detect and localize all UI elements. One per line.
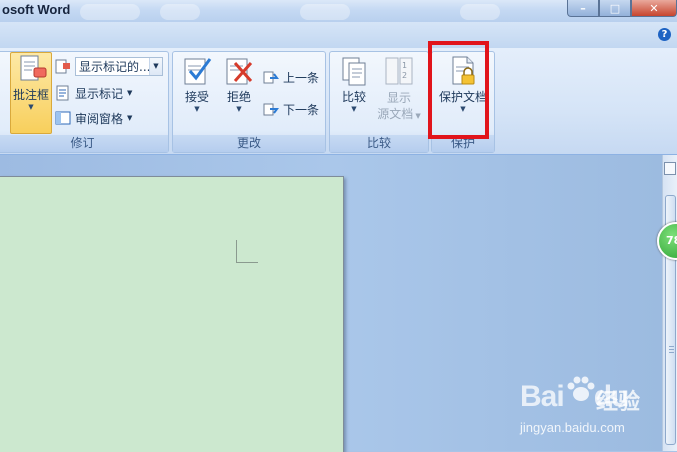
reject-button[interactable]: 拒绝 ▼: [221, 55, 257, 113]
reviewing-pane-icon: [55, 110, 71, 126]
reviewing-pane-button[interactable]: 审阅窗格 ▼: [55, 108, 132, 128]
accept-button[interactable]: 接受 ▼: [179, 55, 215, 113]
chevron-down-icon: ▼: [127, 89, 133, 97]
chevron-down-icon[interactable]: ▼: [149, 58, 162, 75]
ribbon-tab-strip: [0, 22, 677, 48]
changes-group-label: 更改: [173, 135, 325, 152]
minimize-button[interactable]: –: [567, 0, 599, 17]
compare-group-label: 比较: [330, 135, 428, 152]
previous-change-button[interactable]: 上一条: [263, 67, 319, 87]
paw-icon: [567, 376, 595, 401]
reject-label: 拒绝: [226, 90, 251, 104]
compare-label: 比较: [341, 90, 366, 104]
next-change-label: 下一条: [283, 102, 320, 117]
tracking-group-label: 修订: [0, 135, 168, 152]
balloons-label: 批注框: [12, 88, 49, 102]
balloons-button[interactable]: 批注框 ▼: [10, 52, 52, 134]
changes-group: 接受 ▼ 拒绝 ▼ 上一条 下一条 更改: [172, 51, 326, 153]
balloons-icon: [15, 53, 47, 85]
help-icon[interactable]: ?: [658, 28, 671, 41]
show-markup-icon: [55, 85, 71, 101]
ruler-toggle-icon[interactable]: [664, 162, 676, 175]
chevron-down-icon: ▼: [28, 103, 34, 111]
close-button[interactable]: ✕: [631, 0, 677, 17]
markup-icon-button[interactable]: [55, 57, 75, 77]
chevron-down-icon: ▼: [127, 114, 133, 122]
window-title: osoft Word: [2, 2, 71, 17]
title-bar-glow: [80, 4, 140, 20]
compare-icon: [338, 55, 370, 87]
ribbon: 批注框 ▼ 显示标记的... ▼ 显示标记 ▼ 审阅窗格 ▼ 修订 接受 ▼ 拒…: [0, 48, 677, 155]
svg-text:2: 2: [402, 71, 407, 80]
watermark-experience-text: 经验: [596, 390, 641, 415]
margin-corner-mark: [236, 240, 258, 263]
title-bar-glow: [160, 4, 200, 20]
reviewing-pane-label: 审阅窗格: [75, 111, 124, 126]
chevron-down-icon: ▼: [351, 105, 357, 113]
next-arrow-icon: [263, 101, 279, 117]
show-markup-button[interactable]: 显示标记 ▼: [55, 83, 132, 103]
annotation-highlight-box: [428, 41, 489, 139]
chevron-down-icon: ▼: [194, 105, 200, 113]
chevron-down-icon: ▼: [236, 105, 242, 113]
show-source-label-line1: 显示: [386, 91, 411, 105]
document-page[interactable]: [0, 176, 344, 452]
accept-icon: [181, 55, 213, 87]
svg-text:1: 1: [402, 61, 407, 70]
title-bar-glow: [460, 4, 500, 20]
compare-button[interactable]: 比较 ▼: [334, 55, 374, 113]
baidu-watermark: Bai du 经验 jingyan.baidu.com: [520, 376, 670, 440]
markup-display-icon: [55, 59, 71, 75]
show-markup-combo[interactable]: 显示标记的... ▼: [75, 57, 163, 76]
title-bar: osoft Word – □ ✕: [0, 0, 677, 22]
show-markup-combo-value: 显示标记的...: [79, 60, 151, 74]
show-source-label-line2: 源文档: [377, 107, 414, 121]
show-markup-label: 显示标记: [75, 86, 124, 101]
restore-button[interactable]: □: [599, 0, 631, 17]
watermark-url: jingyan.baidu.com: [520, 420, 625, 435]
show-source-documents-button[interactable]: 1 2 显示 源文档 ▼: [376, 55, 422, 124]
scrollbar-grip-icon: [669, 346, 674, 355]
next-change-button[interactable]: 下一条: [263, 99, 319, 119]
previous-change-label: 上一条: [283, 70, 320, 85]
source-documents-icon: 1 2: [383, 55, 415, 87]
compare-group: 比较 ▼ 1 2 显示 源文档 ▼ 比较: [329, 51, 429, 153]
previous-arrow-icon: [263, 69, 279, 85]
title-bar-glow: [300, 4, 350, 20]
tracking-group: 批注框 ▼ 显示标记的... ▼ 显示标记 ▼ 审阅窗格 ▼ 修订: [0, 51, 169, 153]
accept-label: 接受: [184, 90, 209, 104]
window-controls: – □ ✕: [567, 0, 677, 18]
chevron-down-icon: ▼: [413, 112, 421, 120]
reject-icon: [223, 55, 255, 87]
